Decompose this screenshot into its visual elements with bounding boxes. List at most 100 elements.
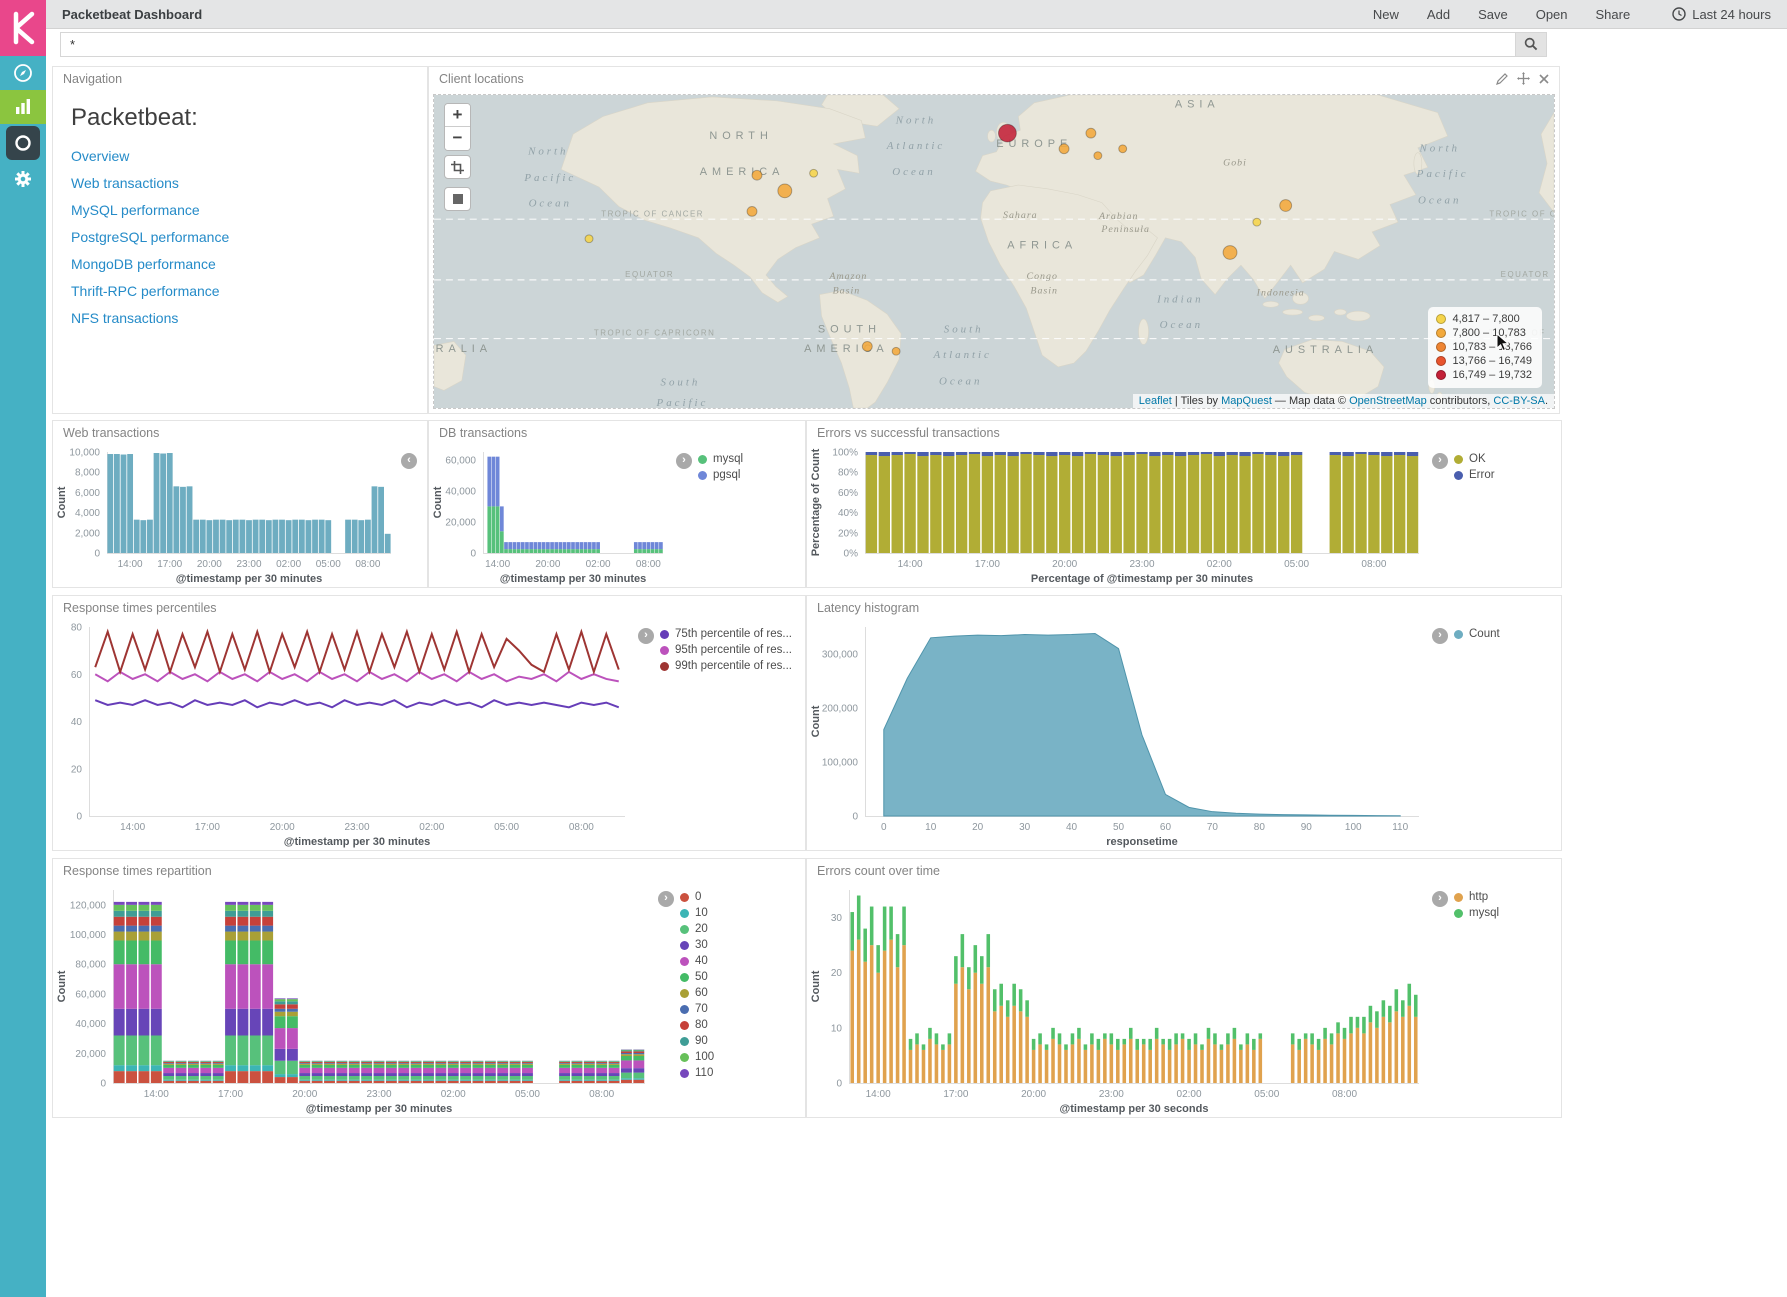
map-marker[interactable]: [752, 170, 762, 180]
query-input[interactable]: [60, 32, 1516, 57]
map-label: North: [895, 114, 936, 126]
close-icon[interactable]: [1539, 74, 1549, 84]
edit-icon[interactable]: [1496, 73, 1508, 85]
zoom-in-button[interactable]: +: [445, 104, 470, 127]
legend-toggle[interactable]: ›: [658, 891, 674, 907]
save-button[interactable]: Save: [1478, 7, 1508, 22]
svg-text:@timestamp per 30 seconds: @timestamp per 30 seconds: [1060, 1103, 1209, 1115]
legend-toggle[interactable]: ›: [638, 628, 654, 644]
legend-item[interactable]: Count: [1454, 628, 1555, 640]
attribution-link[interactable]: MapQuest: [1221, 395, 1272, 407]
draw-filter-button[interactable]: [444, 155, 471, 179]
map-marker[interactable]: [862, 341, 872, 351]
legend-item-label: http: [1469, 891, 1488, 903]
legend-item[interactable]: 30: [680, 939, 799, 951]
legend-color-dot: [680, 925, 689, 934]
legend-item[interactable]: 10: [680, 907, 799, 919]
panel-response-times-repartition: Response times repartition 020,00040,000…: [52, 858, 806, 1118]
svg-text:02:00: 02:00: [419, 822, 444, 833]
map-marker[interactable]: [998, 124, 1016, 142]
legend-toggle[interactable]: ‹: [401, 453, 417, 469]
map-label: TROPIC OF C: [1489, 209, 1554, 218]
kibana-logo[interactable]: [0, 0, 46, 56]
legend-item[interactable]: 75th percentile of res...: [660, 628, 799, 640]
legend-item[interactable]: mysql: [698, 453, 799, 465]
legend-item[interactable]: 70: [680, 1003, 799, 1015]
map-label: NORTH: [709, 130, 772, 142]
map-marker[interactable]: [1059, 144, 1069, 154]
legend-item[interactable]: OK: [1454, 453, 1555, 465]
nav-link-thrift-rpc-performance[interactable]: Thrift-RPC performance: [71, 283, 409, 299]
map-marker[interactable]: [585, 235, 593, 243]
map-marker[interactable]: [778, 184, 792, 198]
legend-item[interactable]: 60: [680, 987, 799, 999]
fit-bounds-button[interactable]: [444, 187, 471, 211]
legend-toggle[interactable]: ›: [1432, 628, 1448, 644]
nav-link-postgresql-performance[interactable]: PostgreSQL performance: [71, 229, 409, 245]
legend-color-dot: [680, 973, 689, 982]
legend-item[interactable]: 80: [680, 1019, 799, 1031]
move-icon[interactable]: [1517, 72, 1530, 85]
svg-text:80%: 80%: [838, 468, 858, 479]
legend-toggle[interactable]: ›: [1432, 453, 1448, 469]
legend-item[interactable]: 90: [680, 1035, 799, 1047]
nav-link-nfs-transactions[interactable]: NFS transactions: [71, 310, 409, 326]
nav-link-mysql-performance[interactable]: MySQL performance: [71, 202, 409, 218]
legend-color-dot: [1454, 455, 1463, 464]
legend-item[interactable]: 20: [680, 923, 799, 935]
query-bar: [46, 29, 1787, 59]
time-picker[interactable]: Last 24 hours: [1672, 7, 1771, 22]
nav-link-web-transactions[interactable]: Web transactions: [71, 175, 409, 191]
map-marker[interactable]: [1094, 152, 1102, 160]
legend-item-label: 50: [695, 971, 708, 983]
map-marker[interactable]: [1119, 145, 1127, 153]
legend-item[interactable]: mysql: [1454, 907, 1555, 919]
world-map[interactable]: NORTHAMERICANorthPacificOceanNorthAtlant…: [433, 94, 1555, 409]
legend-toggle[interactable]: ›: [1432, 891, 1448, 907]
legend-color-dot: [680, 1069, 689, 1078]
sidebar-item-dashboard[interactable]: [6, 126, 40, 160]
map-marker[interactable]: [1253, 218, 1261, 226]
legend-item[interactable]: 110: [680, 1067, 799, 1079]
legend-item[interactable]: pgsql: [698, 469, 799, 481]
svg-text:08:00: 08:00: [636, 559, 661, 570]
svg-text:Percentage of Count: Percentage of Count: [810, 448, 822, 556]
sidebar-item-discover[interactable]: [0, 56, 46, 90]
legend-item[interactable]: 99th percentile of res...: [660, 660, 799, 672]
map-marker[interactable]: [892, 347, 900, 355]
svg-text:100: 100: [1345, 822, 1362, 833]
legend-item[interactable]: http: [1454, 891, 1555, 903]
attribution-link[interactable]: Leaflet: [1139, 395, 1172, 407]
nav-link-overview[interactable]: Overview: [71, 148, 409, 164]
share-button[interactable]: Share: [1596, 7, 1631, 22]
navigation-heading: Packetbeat:: [71, 104, 409, 132]
svg-text:05:00: 05:00: [1254, 1089, 1279, 1100]
attribution-link[interactable]: OpenStreetMap: [1349, 395, 1427, 407]
map-marker[interactable]: [810, 169, 818, 177]
new-button[interactable]: New: [1373, 7, 1399, 22]
svg-text:10: 10: [831, 1023, 843, 1034]
legend-item[interactable]: 40: [680, 955, 799, 967]
svg-text:Percentage of @timestamp per 3: Percentage of @timestamp per 30 minutes: [1031, 573, 1253, 585]
legend-toggle[interactable]: ›: [676, 453, 692, 469]
map-marker[interactable]: [747, 207, 757, 217]
add-button[interactable]: Add: [1427, 7, 1450, 22]
map-marker[interactable]: [1223, 246, 1237, 260]
map-marker[interactable]: [1086, 128, 1096, 138]
legend-item[interactable]: Error: [1454, 469, 1555, 481]
panel-db-transactions: DB transactions 020,00040,00060,00014:00…: [428, 420, 806, 588]
map-marker[interactable]: [1280, 200, 1292, 212]
zoom-out-button[interactable]: −: [445, 127, 470, 150]
sidebar-item-settings[interactable]: [0, 162, 46, 196]
open-button[interactable]: Open: [1536, 7, 1568, 22]
legend-item[interactable]: 95th percentile of res...: [660, 644, 799, 656]
attribution-link[interactable]: CC-BY-SA: [1493, 395, 1545, 407]
svg-text:6,000: 6,000: [75, 488, 100, 499]
svg-text:17:00: 17:00: [975, 559, 1000, 570]
sidebar-item-visualize[interactable]: [0, 90, 46, 124]
nav-link-mongodb-performance[interactable]: MongoDB performance: [71, 256, 409, 272]
legend-item[interactable]: 50: [680, 971, 799, 983]
search-button[interactable]: [1516, 32, 1547, 57]
legend-item[interactable]: 100: [680, 1051, 799, 1063]
legend-item[interactable]: 0: [680, 891, 799, 903]
